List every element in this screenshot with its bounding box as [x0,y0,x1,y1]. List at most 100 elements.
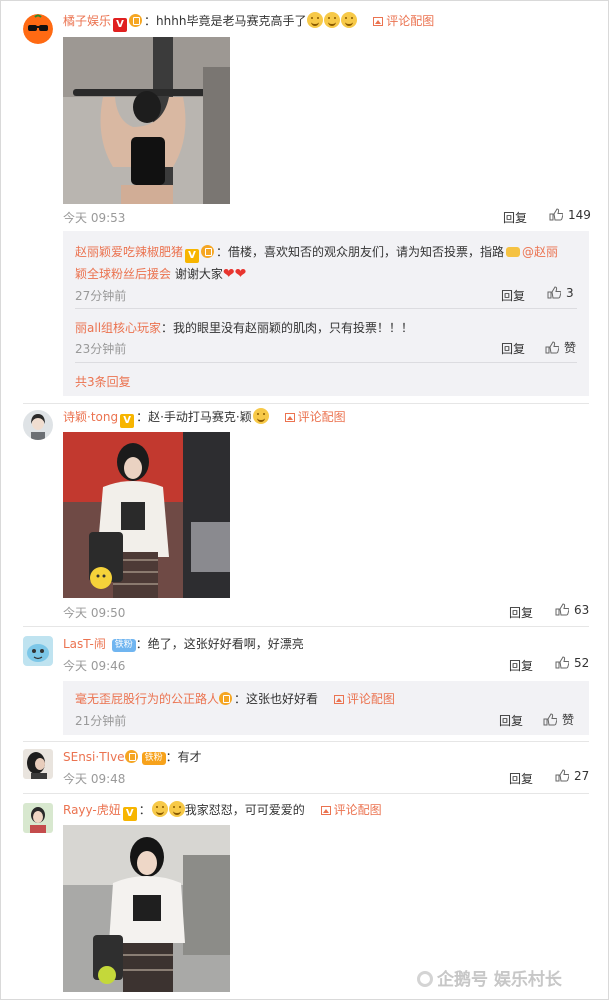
reply-time: 21分钟前 [75,714,127,728]
reply-text: ：我的眼里没有赵丽颖的肌肉，只有投票！！！ [161,321,414,335]
heart-icon: ❤ [234,266,247,282]
verified-icon: V [113,18,128,32]
fan-badge: 铁粉 [141,752,166,765]
image-icon [284,413,295,422]
like-button[interactable]: 赞 [543,711,574,728]
reply-button[interactable]: 回复 [503,209,527,226]
like-count: 赞 [562,713,575,727]
verified-icon: V [122,807,137,821]
comment-header: 诗颖·tong V ：赵·手动打马赛克·颖 评论配图 [63,408,346,428]
comment-header: SEnsi·TIve 铁粉 ：有才 [63,748,202,765]
avatar[interactable] [23,803,53,833]
comment-image-link[interactable]: 评论配图 [320,803,382,817]
divider [23,741,589,742]
comment-text: 我家怼怼，可可爱爱的 [184,803,305,817]
comment-time: 今天 09:50 [63,606,126,620]
reply-button[interactable]: 回复 [501,340,525,357]
divider [23,793,589,794]
pointing-hand-icon [506,247,521,257]
image-icon [373,17,384,26]
more-replies-link[interactable]: 共3条回复 [75,373,131,390]
image-icon [320,806,331,815]
reply-button[interactable]: 回复 [509,770,533,787]
heart-icon: ❤ [222,266,235,282]
comment-time: 今天 09:46 [63,659,126,673]
comment-image[interactable] [63,825,230,992]
reply-button[interactable]: 回复 [509,657,533,674]
mention-link[interactable]: 颖全球粉丝后援会 [75,267,171,281]
emoji-icon [307,12,324,28]
image-icon [333,695,344,704]
avatar[interactable] [23,636,53,666]
comment-list: 橘子娱乐 V ：hhhh毕竟是老马赛克高手了 评论配图 今天 09:53 回复 14… [0,0,609,1000]
thumbs-up-icon [555,769,569,782]
username[interactable]: 橘子娱乐 [63,14,111,28]
comment-image-link[interactable]: 评论配图 [284,410,346,424]
username[interactable]: 诗颖·tong [63,410,118,424]
verified-icon: V [120,414,135,428]
divider [75,362,577,363]
member-badge-icon [201,245,215,258]
reply-button[interactable]: 回复 [509,604,533,621]
member-badge-icon [129,14,143,27]
member-badge-icon [124,750,138,763]
like-count: 63 [574,603,590,617]
username[interactable]: 毫无歪屁股行为的公正路人 [75,692,219,706]
thumbs-up-icon [543,713,557,726]
comment-text: ：绝了，这张好好看啊，好漂亮 [135,637,304,651]
reply-time: 27分钟前 [75,289,127,303]
like-button[interactable]: 3 [547,286,574,300]
thumbs-up-icon [555,603,569,616]
comment-image-link[interactable]: 评论配图 [373,14,434,28]
reply-item: 毫无歪屁股行为的公正路人 ：这张也好好看 评论配图 [75,690,395,707]
like-button[interactable]: 52 [555,656,589,670]
comment-header: Rayy-虎妞 V：我家怼怼，可可爱爱的 评论配图 [63,801,382,821]
comment-text: ：有才 [165,750,202,764]
comment-image[interactable] [63,37,230,204]
mention-link[interactable]: @赵丽 [522,245,558,259]
like-button[interactable]: 27 [555,769,589,783]
reply-button[interactable]: 回复 [501,287,525,304]
emoji-icon [341,12,358,28]
emoji-icon [324,12,341,28]
comment-image[interactable] [63,432,230,598]
reply-item: 丽all组核心玩家：我的眼里没有赵丽颖的肌肉，只有投票！！！ [75,319,413,336]
comment-text: ：赵·手动打马赛克·颖 [136,410,252,424]
username[interactable]: 赵丽颖爱吃辣椒肥猪 [75,245,183,259]
fan-badge: 铁粉 [111,639,136,652]
comment-header: 橘子娱乐 V ：hhhh毕竟是老马赛克高手了 评论配图 [63,12,434,32]
like-count: 赞 [564,341,577,355]
like-button[interactable]: 149 [549,208,591,222]
thumbs-up-icon [547,286,561,299]
comment-time: 今天 09:48 [63,772,126,786]
like-button[interactable]: 赞 [545,339,576,356]
comment-time: 今天 09:53 [63,211,126,225]
reply-button[interactable]: 回复 [499,712,523,729]
reply-item: 赵丽颖爱吃辣椒肥猪 V ：借楼，喜欢知否的观众朋友们，请为知否投票，指路 @赵丽 颖全球… [75,241,575,285]
like-button[interactable]: 63 [555,603,589,617]
like-count: 27 [574,769,590,783]
divider [23,403,589,404]
username[interactable]: Rayy-虎妞 [63,803,121,817]
comment-header: LasT-闹 铁粉 ：绝了，这张好好看啊，好漂亮 [63,635,304,652]
thumbs-up-icon [555,656,569,669]
username[interactable]: LasT-闹 [63,637,106,651]
reply-time: 23分钟前 [75,342,127,356]
avatar[interactable] [23,14,53,44]
thumbs-up-icon [549,208,563,221]
username[interactable]: 丽all组核心玩家 [75,321,161,335]
divider [75,308,577,309]
reply-text: ：这张也好好看 [234,692,319,706]
penguin-logo-icon [417,971,433,987]
like-count: 52 [574,656,590,670]
emoji-icon [252,408,269,424]
thumbs-up-icon [545,341,559,354]
avatar[interactable] [23,749,53,779]
member-badge-icon [219,692,233,705]
avatar[interactable] [23,410,53,440]
verified-icon: V [185,249,200,263]
username[interactable]: SEnsi·TIve [63,750,125,764]
reply-text: 谢谢大家 [174,267,223,281]
comment-image-link[interactable]: 评论配图 [333,692,395,706]
emoji-icon [168,801,185,817]
